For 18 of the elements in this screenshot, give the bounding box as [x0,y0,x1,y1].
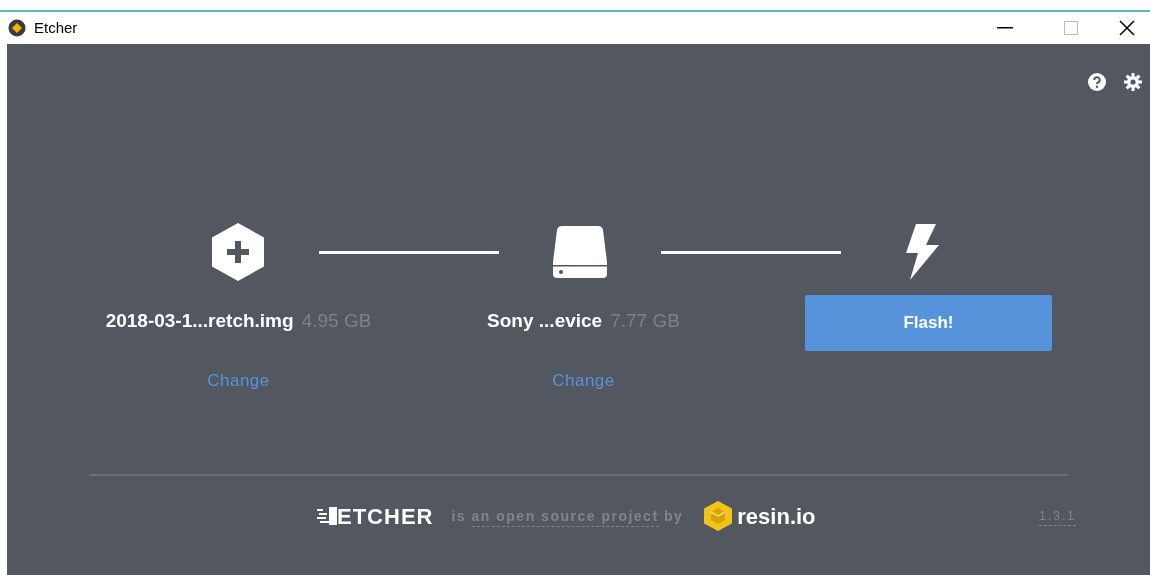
etcher-logo-icon [317,507,337,525]
maximize-icon [1064,21,1078,35]
drive-name: Sony ...evice [487,309,603,333]
help-icon[interactable] [1088,73,1106,91]
settings-icon[interactable] [1124,73,1142,91]
plus-hexagon-icon[interactable] [210,222,266,282]
image-name: 2018-03-1...retch.img [105,309,294,333]
change-link[interactable]: Change [207,368,270,394]
drive-icon[interactable] [552,224,608,280]
close-icon [1119,20,1135,36]
flash-button[interactable]: Flash! [805,295,1052,351]
change-link[interactable]: Change [552,368,615,394]
window-title: Etcher [34,17,78,38]
minimize-icon [997,27,1013,29]
resin-logo-icon [703,500,734,532]
resin-logo-text: resin.io [737,502,816,531]
app-icon [8,19,26,37]
etcher-logo-text: ETCHER [337,502,434,531]
